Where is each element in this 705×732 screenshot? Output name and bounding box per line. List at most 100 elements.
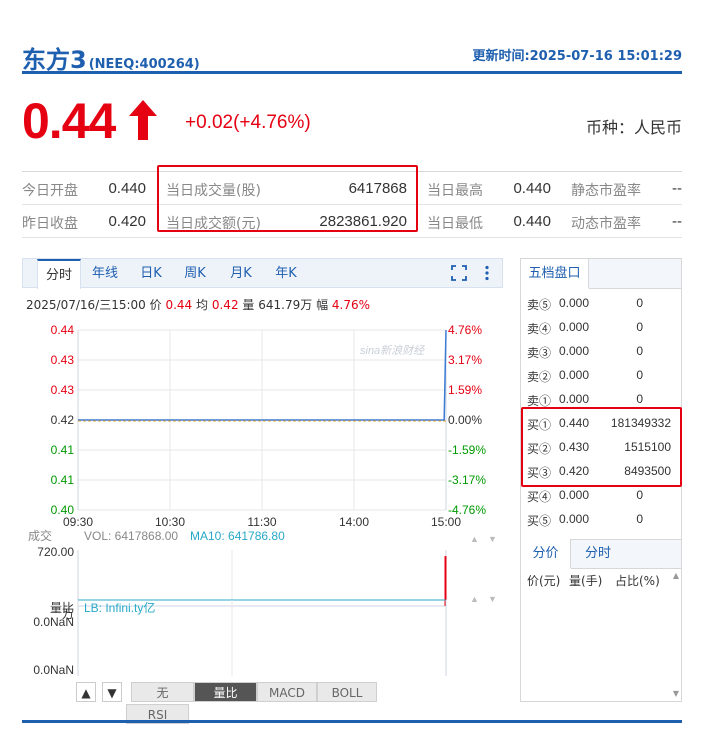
info-avg: 0.42 — [211, 298, 239, 312]
price-row: 0.44 +0.02(+4.76%) 币种：人民币 — [22, 92, 682, 152]
order-book-row: 卖③ 0.000 0 — [521, 339, 681, 363]
info-avg-label: 均 — [196, 298, 209, 312]
more-menu-icon[interactable] — [479, 265, 495, 281]
volume-value: VOL: 6417868.00 — [84, 529, 178, 543]
stat-value: -- — [672, 180, 682, 197]
arrow-up-button[interactable]: ▲ — [76, 682, 96, 702]
currency: 币种：人民币 — [585, 118, 682, 137]
scroll-up-icon: ▲ — [470, 594, 479, 604]
y-tick-label-right: -3.17% — [448, 473, 486, 487]
indicator-none-button[interactable]: 无 — [131, 682, 194, 702]
watermark-logo: sina新浪财经 — [360, 344, 425, 357]
y-tick-label-right: 3.17% — [448, 353, 482, 367]
stat-label: 当日最高 — [427, 183, 483, 199]
y-tick-label: 0.41 — [51, 473, 75, 487]
tab-monthly-k[interactable]: 月K — [221, 259, 261, 289]
tab-year-line[interactable]: 年线 — [85, 259, 125, 289]
stat-label: 动态市盈率 — [571, 216, 641, 232]
scroll-up-icon[interactable]: ▲ — [673, 571, 679, 580]
order-volume: 0 — [636, 488, 643, 502]
tab-yearly-k[interactable]: 年K — [266, 259, 306, 289]
scroll-down-icon: ▼ — [488, 594, 497, 604]
order-price: 0.000 — [559, 512, 590, 526]
stock-name: 东方3 — [22, 46, 87, 74]
indicator-macd-button[interactable]: MACD — [257, 682, 317, 702]
order-book-row: 卖④ 0.000 0 — [521, 315, 681, 339]
order-book-row: 卖② 0.000 0 — [521, 363, 681, 387]
order-level-label: 买④ — [527, 490, 552, 504]
order-level-label: 买⑤ — [527, 514, 552, 528]
order-volume: 0 — [636, 344, 643, 358]
order-volume: 0 — [636, 368, 643, 382]
tab-weekly-k[interactable]: 周K — [175, 259, 215, 289]
info-date: 2025/07/16/三15:00 — [26, 298, 146, 312]
stat-value: -- — [672, 213, 682, 230]
x-tick-label: 15:00 — [431, 515, 461, 529]
y-tick-label-right: 1.59% — [448, 383, 482, 397]
order-book-row: 买⑤ 0.000 0 — [521, 507, 681, 531]
indicator-label: 量比 — [50, 601, 74, 615]
chart-panel: 分时 年线 日K 周K 月K 年K 2025/07/16/三15:00 价 0.… — [22, 258, 503, 724]
scroll-up-icon: ▲ — [470, 534, 479, 544]
stat-value: 0.420 — [108, 213, 146, 230]
x-tick-label: 10:30 — [155, 515, 185, 529]
order-level-label: 卖⑤ — [527, 298, 552, 312]
order-price: 0.000 — [559, 296, 590, 310]
info-price: 0.44 — [165, 298, 193, 312]
y-tick-label-right: -4.76% — [448, 503, 486, 517]
order-level-label: 卖② — [527, 370, 552, 384]
y-tick-label: 0.44 — [51, 323, 75, 337]
update-time: 更新时间:2025-07-16 15:01:29 — [472, 49, 682, 64]
order-price: 0.000 — [559, 320, 590, 334]
indicator-lb-value: LB: Infini.ty亿 — [84, 600, 155, 615]
stock-title: 东方3 (NEEQ:400264) — [22, 40, 200, 75]
order-level-label: 卖④ — [527, 322, 552, 336]
y-tick-label: 0.43 — [51, 383, 75, 397]
y-tick-label: 0.42 — [51, 413, 75, 427]
price-chart: 09:30 10:30 11:30 14:00 15:00 0.44 4.76% 0.43 3.… — [28, 323, 497, 677]
current-price: 0.44 — [22, 93, 116, 149]
col-price-header: 价(元) — [527, 574, 561, 588]
info-range-label: 幅 — [316, 298, 329, 312]
chart-info-line: 2025/07/16/三15:00 价 0.44 均 0.42 量 641.79… — [26, 296, 370, 313]
y-tick-label: 0.41 — [51, 443, 75, 457]
x-tick-label: 14:00 — [339, 515, 369, 529]
order-price: 0.000 — [559, 368, 590, 382]
stat-label: 今日开盘 — [22, 183, 78, 199]
order-volume: 0 — [636, 512, 643, 526]
order-price: 0.000 — [559, 392, 590, 406]
indicator-y-tick: 0.0NaN — [33, 615, 74, 629]
y-tick-label-right: 0.00% — [448, 413, 482, 427]
x-tick-label: 11:30 — [247, 515, 276, 529]
order-volume: 0 — [636, 392, 643, 406]
arrow-down-button[interactable]: ▼ — [102, 682, 122, 702]
col-ratio-header: 占比(%) — [615, 574, 660, 588]
volume-bar — [444, 556, 447, 606]
tab-time-trades[interactable]: 分时 — [573, 539, 623, 569]
y-tick-label-right: 4.76% — [448, 323, 482, 337]
tab-intraday[interactable]: 分时 — [37, 259, 81, 289]
indicator-boll-button[interactable]: BOLL — [317, 682, 377, 702]
stat-label: 当日最低 — [427, 216, 483, 232]
ma10-value: MA10: 641786.80 — [190, 529, 285, 543]
col-volume-header: 量(手) — [569, 574, 603, 588]
stat-value: 0.440 — [513, 213, 551, 230]
tab-order-book[interactable]: 五档盘口 — [521, 259, 589, 289]
stat-label: 静态市盈率 — [571, 183, 641, 199]
indicator-volume-ratio-button[interactable]: 量比 — [194, 682, 257, 702]
order-volume: 0 — [636, 320, 643, 334]
up-arrow-icon — [129, 100, 157, 140]
fullscreen-icon[interactable] — [451, 265, 467, 281]
bottom-divider — [22, 720, 682, 723]
stock-code: (NEEQ:400264) — [88, 57, 200, 72]
y-tick-label: 0.43 — [51, 353, 75, 367]
tab-daily-k[interactable]: 日K — [131, 259, 171, 289]
scroll-down-icon[interactable]: ▼ — [673, 689, 679, 698]
order-book-row: 卖⑤ 0.000 0 — [521, 291, 681, 315]
y-tick-label: 0.40 — [51, 503, 75, 517]
order-volume: 0 — [636, 296, 643, 310]
y-tick-label-right: -1.59% — [448, 443, 486, 457]
tab-price-distribution[interactable]: 分价 — [521, 539, 571, 569]
indicator-y-tick: 0.0NaN — [33, 663, 74, 677]
info-vol: 641.79万 — [258, 298, 313, 312]
